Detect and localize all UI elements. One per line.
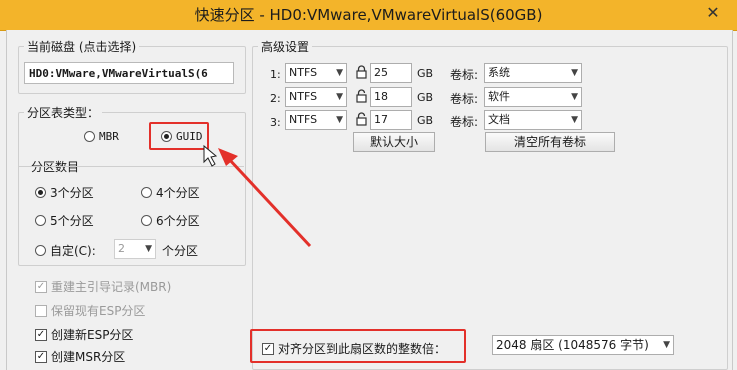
chevron-down-icon: ▼ xyxy=(571,68,578,78)
radio-6-label: 6个分区 xyxy=(156,214,200,228)
lock-icon[interactable] xyxy=(356,65,367,79)
chevron-down-icon: ▼ xyxy=(336,92,343,102)
clear-labels-button[interactable]: 清空所有卷标 xyxy=(485,132,615,152)
radio-3-partitions[interactable]: 3个分区 xyxy=(35,184,94,201)
row3-vol-select[interactable]: 文档 ▼ xyxy=(484,110,582,130)
row2-size-input[interactable]: 18 xyxy=(370,87,412,107)
partition-count-divider xyxy=(18,166,244,167)
align-checkbox[interactable]: ✓ 对齐分区到此扇区数的整数倍： xyxy=(262,340,446,357)
row2-vol-select[interactable]: 软件 ▼ xyxy=(484,87,582,107)
row2-fs-select[interactable]: NTFS ▼ xyxy=(285,87,347,107)
keep-esp-label: 保留现有ESP分区 xyxy=(51,304,146,318)
radio-custom-label: 自定(C): xyxy=(50,244,96,258)
create-esp-label: 创建新ESP分区 xyxy=(51,328,134,342)
keep-esp-checkbox[interactable]: 保留现有ESP分区 xyxy=(35,302,145,319)
current-disk-field[interactable]: HD0:VMware,VMwareVirtualS(6 xyxy=(24,62,234,84)
row1-vol-select[interactable]: 系统 ▼ xyxy=(484,63,582,83)
radio-5-partitions[interactable]: 5个分区 xyxy=(35,212,94,229)
chevron-down-icon: ▼ xyxy=(663,340,670,350)
guid-highlight-box xyxy=(149,122,209,150)
row3-unit: GB xyxy=(417,114,434,127)
row1-index: 1: xyxy=(270,68,281,81)
radio-3-dot xyxy=(35,187,46,198)
radio-6-dot xyxy=(141,215,152,226)
radio-mbr-label: MBR xyxy=(99,130,119,143)
row2-unit: GB xyxy=(417,91,434,104)
row1-vol-label: 卷标: xyxy=(450,68,479,82)
row2-vol-value: 软件 xyxy=(488,90,510,103)
row1-fs-select[interactable]: NTFS ▼ xyxy=(285,63,347,83)
row3-fs-select[interactable]: NTFS ▼ xyxy=(285,110,347,130)
row1-fs-value: NTFS xyxy=(289,66,318,79)
radio-custom-dot xyxy=(35,245,46,256)
row3-index: 3: xyxy=(270,116,281,129)
row1-vol-value: 系统 xyxy=(488,66,510,79)
chevron-down-icon: ▼ xyxy=(571,115,578,125)
check-icon: ✓ xyxy=(262,342,274,355)
radio-3-label: 3个分区 xyxy=(50,186,94,200)
rebuild-mbr-label: 重建主引导记录(MBR) xyxy=(51,280,172,294)
create-msr-label: 创建MSR分区 xyxy=(51,350,126,364)
chevron-down-icon: ▼ xyxy=(571,92,578,102)
chevron-down-icon: ▼ xyxy=(336,68,343,78)
radio-4-label: 4个分区 xyxy=(156,186,200,200)
current-disk-label: 当前磁盘 (点击选择) xyxy=(24,38,140,55)
window-title: 快速分区 - HD0:VMware,VMwareVirtualS(60GB) xyxy=(194,6,543,24)
radio-5-dot xyxy=(35,215,46,226)
close-icon: ✕ xyxy=(706,2,720,22)
create-esp-checkbox[interactable]: ✓ 创建新ESP分区 xyxy=(35,326,133,343)
row2-vol-label: 卷标: xyxy=(450,92,479,106)
row3-vol-value: 文档 xyxy=(488,113,510,126)
default-size-button[interactable]: 默认大小 xyxy=(353,132,435,152)
row3-vol-label: 卷标: xyxy=(450,115,479,129)
create-msr-checkbox[interactable]: ✓ 创建MSR分区 xyxy=(35,348,125,365)
radio-custom-partitions[interactable]: 自定(C): xyxy=(35,242,96,259)
radio-4-partitions[interactable]: 4个分区 xyxy=(141,184,200,201)
radio-mbr-dot xyxy=(84,131,95,142)
checkbox-empty-icon xyxy=(35,304,47,317)
unlock-icon[interactable] xyxy=(356,112,367,126)
radio-4-dot xyxy=(141,187,152,198)
align-sectors-value: 2048 扇区 (1048576 字节) xyxy=(496,338,649,352)
chevron-down-icon: ▼ xyxy=(145,244,152,254)
partition-table-label: 分区表类型： xyxy=(24,104,103,121)
row1-size-input[interactable]: 25 xyxy=(370,63,412,83)
radio-5-label: 5个分区 xyxy=(50,214,94,228)
check-icon: ✓ xyxy=(35,328,47,341)
close-button[interactable]: ✕ xyxy=(690,0,736,24)
radio-6-partitions[interactable]: 6个分区 xyxy=(141,212,200,229)
row1-unit: GB xyxy=(417,67,434,80)
row2-index: 2: xyxy=(270,92,281,105)
align-label: 对齐分区到此扇区数的整数倍： xyxy=(278,342,447,356)
chevron-down-icon: ▼ xyxy=(336,115,343,125)
row3-size-input[interactable]: 17 xyxy=(370,110,412,130)
custom-count-value: 2 xyxy=(118,242,125,255)
radio-mbr[interactable]: MBR xyxy=(84,130,119,143)
rebuild-mbr-checkbox[interactable]: ✓ 重建主引导记录(MBR) xyxy=(35,278,171,295)
check-icon: ✓ xyxy=(35,280,47,293)
unlock-icon[interactable] xyxy=(356,89,367,103)
custom-count-suffix: 个分区 xyxy=(162,244,199,258)
check-icon: ✓ xyxy=(35,350,47,363)
row2-fs-value: NTFS xyxy=(289,90,318,103)
advanced-label: 高级设置 xyxy=(258,38,313,55)
row3-fs-value: NTFS xyxy=(289,113,318,126)
align-sectors-select[interactable]: 2048 扇区 (1048576 字节) ▼ xyxy=(492,335,674,355)
custom-count-select[interactable]: 2 ▼ xyxy=(114,239,156,259)
